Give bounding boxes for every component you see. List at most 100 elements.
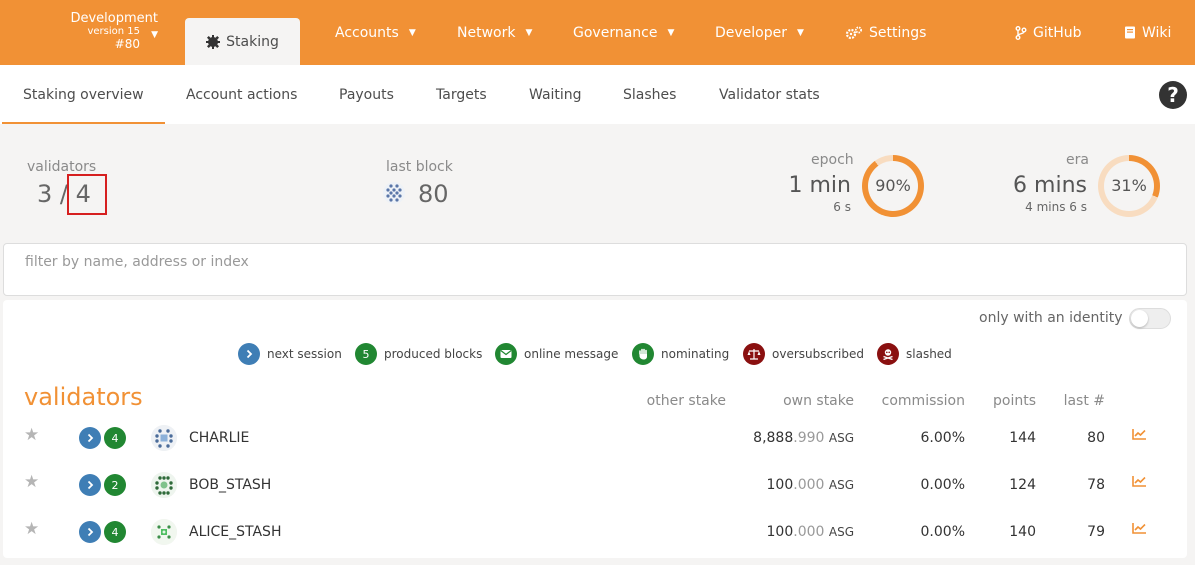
chain-selector[interactable]: Development version 15 #80 ▼ bbox=[18, 12, 158, 51]
epoch-progress-text: 90% bbox=[868, 161, 918, 211]
nav-wiki[interactable]: Wiki bbox=[1124, 0, 1171, 65]
nav-github-label: GitHub bbox=[1033, 24, 1082, 41]
chart-line-icon[interactable] bbox=[1132, 428, 1147, 440]
own-stake-decimals: .000 bbox=[793, 524, 825, 540]
last-block-value: 78 bbox=[1087, 477, 1105, 493]
help-icon[interactable]: ? bbox=[1159, 81, 1187, 109]
last-block-label: last block bbox=[386, 159, 453, 175]
subtab-payouts[interactable]: Payouts bbox=[339, 58, 394, 117]
own-stake-unit: ASG bbox=[828, 431, 854, 445]
column-commission: commission bbox=[881, 393, 965, 409]
blocks-count-badge: 4 bbox=[104, 427, 126, 449]
era-progress-text: 31% bbox=[1104, 161, 1154, 211]
subtab-slashes[interactable]: Slashes bbox=[623, 58, 676, 117]
epoch-progress-ring: 90% bbox=[862, 155, 924, 217]
subtab-staking-overview[interactable]: Staking overview bbox=[23, 58, 144, 117]
identity-toggle[interactable] bbox=[1129, 308, 1171, 329]
validators-list-title: validators bbox=[24, 383, 143, 411]
commission-value: 0.00% bbox=[920, 477, 965, 493]
chain-block: #80 bbox=[114, 37, 140, 51]
legend-label: nominating bbox=[661, 347, 730, 361]
envelope-icon bbox=[495, 343, 517, 365]
subtab-targets[interactable]: Targets bbox=[436, 58, 487, 117]
chart-line-icon[interactable] bbox=[1132, 475, 1147, 487]
own-stake-value: 100.000 ASG bbox=[767, 477, 854, 493]
own-stake-value: 100.000 ASG bbox=[767, 524, 854, 540]
legend-label: oversubscribed bbox=[772, 347, 864, 361]
own-stake-int: 8,888 bbox=[753, 430, 794, 446]
era-label: era bbox=[1066, 152, 1089, 168]
filter-input[interactable] bbox=[4, 244, 1186, 280]
era-subvalue: 4 mins 6 s bbox=[1025, 200, 1087, 214]
book-icon bbox=[1125, 26, 1135, 39]
chevron-right-icon bbox=[79, 474, 101, 496]
chain-name: Development bbox=[70, 11, 158, 26]
table-row: ★ 4 CHARLIE 8,888.990 ASG 6.00% 144 80 bbox=[3, 417, 1187, 464]
era-value: 6 mins bbox=[1013, 173, 1087, 198]
chart-line-icon[interactable] bbox=[1132, 522, 1147, 534]
nav-settings[interactable]: Settings bbox=[845, 0, 926, 65]
subtab-waiting[interactable]: Waiting bbox=[529, 58, 582, 117]
legend-next-session: next session bbox=[238, 343, 342, 365]
own-stake-decimals: .990 bbox=[793, 430, 825, 446]
toggle-knob bbox=[1131, 310, 1148, 327]
code-branch-icon bbox=[1015, 25, 1027, 40]
balance-scale-icon bbox=[743, 343, 765, 365]
subtab-account-actions[interactable]: Account actions bbox=[186, 58, 297, 117]
validators-active: 3 bbox=[37, 180, 53, 208]
block-identicon-icon bbox=[383, 182, 405, 204]
own-stake-int: 100 bbox=[766, 524, 794, 540]
blocks-count-badge: 5 bbox=[355, 343, 377, 365]
own-stake-decimals: .000 bbox=[793, 477, 825, 493]
own-stake-value: 8,888.990 ASG bbox=[753, 430, 854, 446]
subtab-validator-stats[interactable]: Validator stats bbox=[719, 58, 820, 117]
validator-name[interactable]: ALICE_STASH bbox=[189, 524, 281, 540]
highlight-box bbox=[67, 174, 107, 215]
column-points: points bbox=[993, 393, 1036, 409]
nav-settings-label: Settings bbox=[869, 24, 927, 41]
points-value: 140 bbox=[1009, 524, 1036, 540]
avatar[interactable] bbox=[151, 519, 177, 545]
star-icon[interactable]: ★ bbox=[24, 425, 39, 445]
validators-label: validators bbox=[27, 159, 97, 175]
legend-oversubscribed: oversubscribed bbox=[743, 343, 864, 365]
nav-network[interactable]: Network ▼ bbox=[457, 0, 532, 65]
star-icon[interactable]: ★ bbox=[24, 472, 39, 492]
epoch-value: 1 min bbox=[788, 173, 851, 198]
legend-online-message: online message bbox=[495, 343, 618, 365]
epoch-label: epoch bbox=[811, 152, 854, 168]
own-stake-int: 100 bbox=[766, 477, 794, 493]
legend-label: produced blocks bbox=[384, 347, 483, 361]
nav-github[interactable]: GitHub bbox=[1015, 0, 1082, 65]
filter-box bbox=[3, 243, 1187, 296]
last-block-value: 79 bbox=[1087, 524, 1105, 540]
table-row: ★ 2 BOB_STASH 100.000 ASG 0.00% 124 78 bbox=[3, 464, 1187, 511]
star-icon[interactable]: ★ bbox=[24, 519, 39, 539]
last-block-value: 80 bbox=[418, 180, 449, 208]
own-stake-unit: ASG bbox=[828, 478, 854, 492]
column-last-block: last # bbox=[1063, 393, 1105, 409]
epoch-subvalue: 6 s bbox=[833, 200, 851, 214]
legend-label: next session bbox=[267, 347, 342, 361]
points-value: 124 bbox=[1009, 477, 1036, 493]
hand-icon bbox=[632, 343, 654, 365]
validator-name[interactable]: CHARLIE bbox=[189, 430, 249, 446]
nav-governance[interactable]: Governance ▼ bbox=[573, 0, 674, 65]
nav-accounts[interactable]: Accounts ▼ bbox=[335, 0, 416, 65]
chevron-right-icon bbox=[79, 427, 101, 449]
chevron-down-icon: ▼ bbox=[151, 30, 158, 40]
blocks-count-badge: 2 bbox=[104, 474, 126, 496]
avatar[interactable] bbox=[151, 425, 177, 451]
era-progress-ring: 31% bbox=[1098, 155, 1160, 217]
cog-badge-icon bbox=[206, 34, 221, 49]
commission-value: 6.00% bbox=[920, 430, 965, 446]
nav-developer[interactable]: Developer ▼ bbox=[715, 0, 804, 65]
blocks-count-badge: 4 bbox=[104, 521, 126, 543]
legend-nominating: nominating bbox=[632, 343, 729, 365]
validator-name[interactable]: BOB_STASH bbox=[189, 477, 271, 493]
legend-slashed: slashed bbox=[877, 343, 952, 365]
legend-label: slashed bbox=[906, 347, 952, 361]
chevron-right-icon bbox=[238, 343, 260, 365]
own-stake-unit: ASG bbox=[828, 525, 854, 539]
avatar[interactable] bbox=[151, 472, 177, 498]
